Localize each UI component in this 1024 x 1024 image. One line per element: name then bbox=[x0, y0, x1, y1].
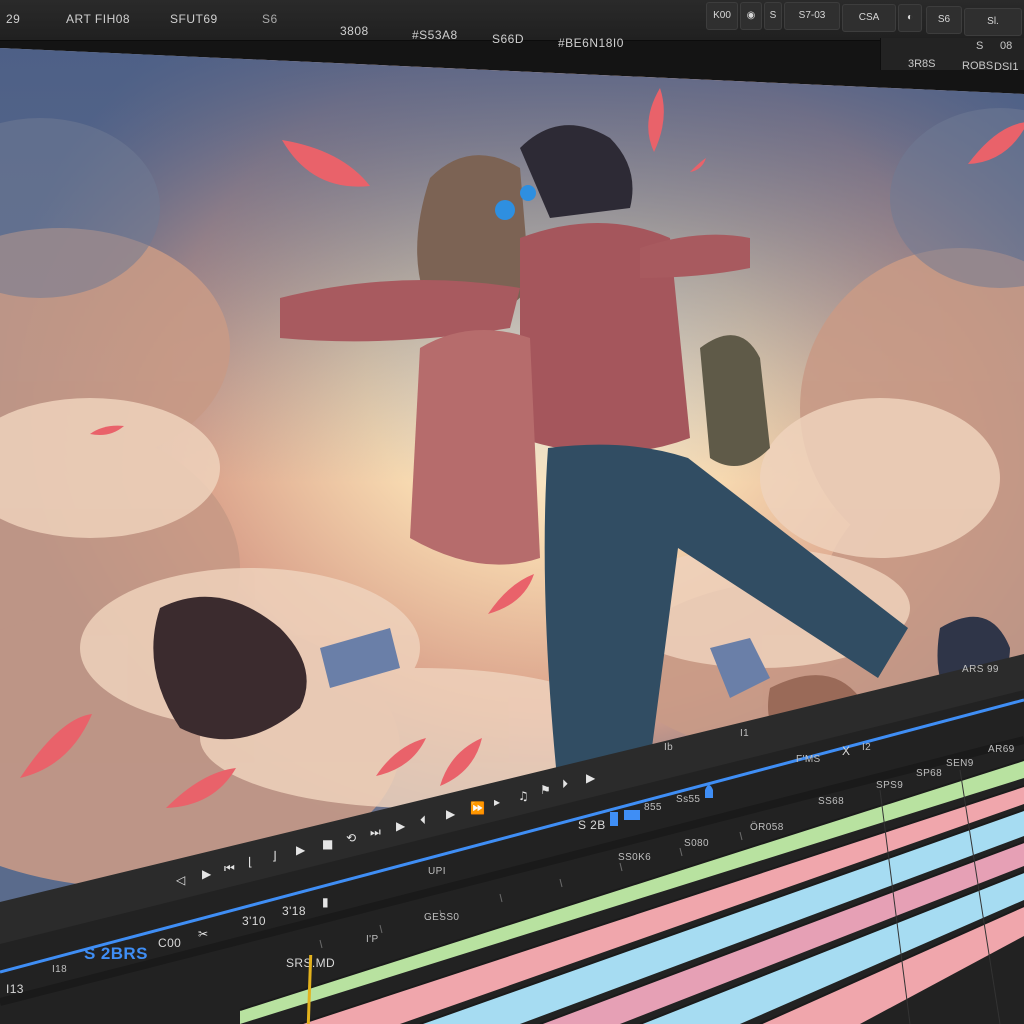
play-icon[interactable]: ▶ bbox=[446, 808, 455, 820]
timeline-label: UPI bbox=[428, 866, 446, 877]
close-icon[interactable]: X bbox=[842, 744, 850, 758]
timecode-value[interactable]: C00 bbox=[158, 936, 181, 950]
link-icon[interactable]: ✂ bbox=[198, 928, 208, 940]
timeline-label: ÖR058 bbox=[750, 822, 784, 833]
timeline-number: 3'18 bbox=[282, 904, 306, 918]
marker-icon[interactable]: ▸ bbox=[494, 796, 500, 808]
column-header: SP68 bbox=[916, 768, 943, 779]
counter-label: Ss55 bbox=[676, 794, 701, 805]
timeline-label: 855 bbox=[644, 802, 662, 813]
step-forward-icon[interactable]: ⏭ bbox=[370, 826, 381, 838]
timeline-label: I2 bbox=[862, 742, 872, 753]
timeline-label: Ib bbox=[664, 742, 674, 753]
track-marker: I'P bbox=[366, 934, 379, 945]
play-icon[interactable]: ▶ bbox=[296, 844, 305, 856]
mark-in-icon[interactable]: ⌊ bbox=[248, 856, 253, 868]
timecode-display[interactable]: S 2B bbox=[578, 818, 606, 832]
fast-forward-icon[interactable]: ⏩ bbox=[470, 802, 485, 814]
mark-out-icon[interactable]: ⌋ bbox=[272, 850, 277, 862]
stop-icon[interactable]: ■ bbox=[322, 838, 333, 850]
column-header: SS68 bbox=[818, 796, 845, 807]
timeline-number: I18 bbox=[52, 964, 68, 975]
play-icon[interactable]: ▶ bbox=[202, 868, 211, 880]
current-timecode[interactable]: S 2BRS bbox=[84, 944, 148, 964]
timeline-label: ARS 99 bbox=[962, 664, 999, 675]
column-header: SPS9 bbox=[876, 780, 904, 791]
timeline-panel[interactable] bbox=[0, 0, 1024, 1024]
step-back-icon[interactable]: ⏴ bbox=[420, 814, 426, 826]
end-icon[interactable]: ⏵ bbox=[562, 778, 568, 790]
timeline-label: I1 bbox=[740, 728, 750, 739]
step-forward-icon[interactable]: ▶ bbox=[586, 772, 595, 784]
column-header: AR69 bbox=[988, 744, 1015, 755]
column-header: SEN9 bbox=[946, 758, 974, 769]
timeline-number: 3'10 bbox=[242, 914, 266, 928]
timeline-label[interactable]: F'MS bbox=[796, 754, 821, 765]
marker-blue bbox=[624, 810, 640, 820]
timeline-number: I13 bbox=[6, 982, 24, 996]
audio-icon[interactable]: ♫ bbox=[518, 790, 529, 802]
step-back-icon[interactable]: ⏮ bbox=[224, 862, 235, 874]
loop-icon[interactable]: ⟲ bbox=[346, 832, 356, 844]
play-icon[interactable]: ▶ bbox=[396, 820, 405, 832]
flag-icon[interactable]: ⚑ bbox=[540, 784, 551, 796]
timeline-label: SS0K6 bbox=[618, 852, 652, 863]
clip-name[interactable]: GESS0 bbox=[424, 912, 459, 923]
timeline-label: S080 bbox=[684, 838, 709, 849]
marker-blue bbox=[610, 812, 618, 826]
snap-icon[interactable]: ▮ bbox=[322, 896, 329, 908]
rewind-icon[interactable]: ◁ bbox=[176, 874, 185, 886]
